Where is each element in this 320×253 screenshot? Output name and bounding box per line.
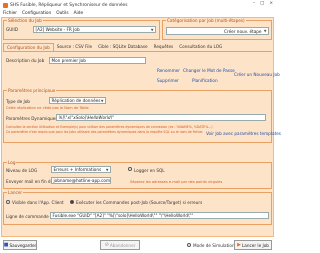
- chevron-down-icon: ▼: [105, 167, 109, 172]
- guid-value: [A2] Website - FR Job: [35, 27, 80, 32]
- launch-group: Lancer: [3, 190, 272, 225]
- tab-queries[interactable]: Requêtes: [151, 43, 177, 51]
- dynamic-params-note: Ce paramètre n'est requis que pour les J…: [6, 130, 204, 134]
- tab-target[interactable]: Cible : SQLite Database: [95, 43, 151, 51]
- job-description-value: Mon premier Job: [51, 58, 86, 63]
- window-controls: – □ ×: [253, 1, 273, 6]
- job-type-value: Réplication de données: [51, 98, 101, 103]
- chevron-down-icon: ▼: [263, 29, 267, 33]
- app-icon: [3, 2, 8, 8]
- tab-log[interactable]: Consultation du LOG: [176, 43, 225, 51]
- menu-bar: Fichier Configuration Outils Aide: [0, 10, 275, 17]
- title-bar: SHS Fusible, Répliqueur et Synchroniseur…: [0, 0, 275, 10]
- save-icon: ■: [3, 242, 9, 248]
- main-params-title: Paramètres principaux: [7, 88, 57, 93]
- tab-job-config[interactable]: Configuration du Job: [3, 43, 54, 51]
- email-warning: Séparez les adresses e-mail par des poin…: [130, 180, 223, 184]
- menu-aide[interactable]: Aide: [74, 11, 84, 16]
- play-icon: ▶: [237, 242, 241, 248]
- command-line-value: Fusible.exe "GUID" "[A2]" "%[\"solo]\Hel…: [52, 213, 194, 218]
- post-job-commands-radio[interactable]: [70, 200, 74, 204]
- sqlite-log-radio[interactable]: [128, 167, 132, 171]
- abandon-button[interactable]: ⊘ Abandonner: [100, 240, 140, 250]
- new-step-value: Créer nouv. étape: [224, 28, 262, 34]
- window-title: SHS Fusible, Répliqueur et Synchroniseur…: [10, 2, 128, 8]
- new-step-select[interactable]: Créer nouv. étape ▼: [166, 27, 269, 35]
- log-level-select[interactable]: Erreurs + Informations ▼: [51, 166, 111, 173]
- log-group: Log: [3, 160, 272, 189]
- save-label: Sauvegarder: [9, 242, 37, 248]
- run-job-label: Lancer le Job: [241, 242, 269, 248]
- visible-client-label: Visible dans l'App. Client: [12, 200, 64, 205]
- change-password-link[interactable]: Changer le Mot de Passe: [183, 68, 235, 73]
- delete-link[interactable]: Supprimer: [157, 78, 179, 83]
- job-selection-title: Sélection du Job: [7, 18, 43, 23]
- tab-bar: Configuration du Job Source : CSV File C…: [3, 43, 272, 51]
- log-level-label: Niveau de LOG: [6, 168, 38, 173]
- maximize-icon[interactable]: □: [260, 1, 264, 6]
- visible-client-radio[interactable]: [6, 200, 10, 204]
- schedule-link[interactable]: Planification: [192, 78, 218, 83]
- simulation-label: Mode de Simulation: [193, 243, 235, 248]
- dynamic-params-input[interactable]: %[\"x\"xSolo]\HelloWorld\": [56, 114, 266, 121]
- job-description-input[interactable]: Mon premier Job: [49, 57, 146, 64]
- chevron-down-icon: ▼: [100, 98, 104, 103]
- job-category-title: Catégorisation par Job (multi-étapes): [166, 18, 246, 23]
- save-button[interactable]: ■ Sauvegarder: [3, 240, 37, 250]
- dynamic-params-warning: Consultez la section Utilisation et Exem…: [6, 125, 213, 129]
- post-job-commands-label: Exécuter les Commandes post-Job (Source/…: [76, 200, 203, 205]
- new-job-link[interactable]: Créer un Nouveau Job: [234, 72, 280, 77]
- sqlite-log-label: Logger en SQL: [134, 168, 165, 173]
- chevron-down-icon: ▼: [150, 27, 154, 32]
- template-params-link[interactable]: Voir Job avec paramètres templates: [206, 131, 281, 136]
- job-description-label: Description du Job: [6, 58, 45, 63]
- guid-label: GUIID: [6, 27, 19, 32]
- menu-fichier[interactable]: Fichier: [3, 11, 17, 16]
- command-line-label: Ligne de commande: [6, 214, 49, 219]
- dynamic-params-label: Paramètres Dynamiques: [6, 116, 58, 121]
- dynamic-params-value: %[\"x\"xSolo]\HelloWorld\": [58, 115, 114, 120]
- simulation-radio[interactable]: [187, 243, 191, 247]
- tab-source[interactable]: Source : CSV File: [54, 43, 95, 51]
- log-level-value: Erreurs + Informations: [53, 167, 102, 172]
- run-job-button[interactable]: ▶ Lancer le Job: [234, 240, 272, 250]
- table-name-warning: Cette réplication ne cède pas le Nom de …: [6, 106, 89, 110]
- menu-configuration[interactable]: Configuration: [22, 11, 51, 16]
- email-input[interactable]: jobname@hotline-app.com: [51, 177, 111, 184]
- job-type-label: Type de Job: [6, 99, 30, 104]
- email-value: jobname@hotline-app.com: [53, 178, 111, 183]
- launch-title: Lancer: [7, 190, 24, 195]
- abandon-label: Abandonner: [109, 242, 136, 248]
- log-title: Log: [7, 160, 17, 165]
- cancel-icon: ⊘: [104, 242, 109, 248]
- rename-link[interactable]: Renommer: [157, 68, 180, 73]
- minimize-icon[interactable]: –: [253, 1, 255, 6]
- guid-select[interactable]: [A2] Website - FR Job ▼: [33, 26, 156, 33]
- close-icon[interactable]: ×: [269, 1, 273, 6]
- command-line-input[interactable]: Fusible.exe "GUID" "[A2]" "%[\"solo]\Hel…: [50, 212, 269, 219]
- menu-outils[interactable]: Outils: [56, 11, 68, 16]
- job-type-select[interactable]: Réplication de données ▼: [49, 97, 106, 104]
